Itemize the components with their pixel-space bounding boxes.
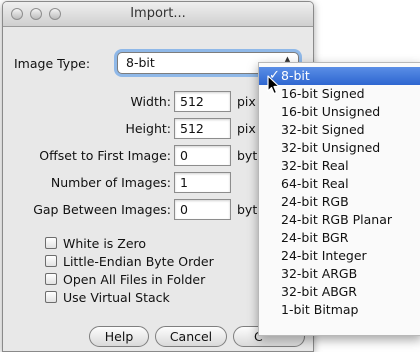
gap-field[interactable]: 0 — [174, 199, 231, 220]
menu-item-24-bit-integer[interactable]: 24-bit Integer — [259, 247, 420, 265]
menu-item-16-bit-signed[interactable]: 16-bit Signed — [259, 85, 420, 103]
gap-unit: byt — [237, 202, 258, 217]
height-label: Height: — [125, 121, 171, 136]
checkbox-label: Use Virtual Stack — [63, 290, 170, 305]
height-unit: pix — [237, 121, 256, 136]
cancel-button[interactable]: Cancel — [155, 326, 227, 347]
checkbox-icon — [45, 255, 57, 267]
width-field[interactable]: 512 — [174, 91, 231, 112]
mouse-pointer-icon — [267, 75, 280, 95]
image-type-menu: ✓ 8-bit 16-bit Signed 16-bit Unsigned 32-… — [258, 62, 420, 336]
checkbox-label: White is Zero — [63, 236, 147, 251]
image-type-label: Image Type: — [14, 56, 91, 71]
menu-item-8-bit[interactable]: ✓ 8-bit — [259, 67, 420, 85]
menu-item-64-bit-real[interactable]: 64-bit Real — [259, 175, 420, 193]
menu-item-32-bit-signed[interactable]: 32-bit Signed — [259, 121, 420, 139]
window-title: Import... — [130, 6, 186, 21]
menu-item-24-bit-bgr[interactable]: 24-bit BGR — [259, 229, 420, 247]
title-bar[interactable]: Import... — [3, 2, 313, 27]
help-button[interactable]: Help — [89, 326, 149, 347]
width-unit: pix — [237, 94, 256, 109]
checkbox-icon — [45, 273, 57, 285]
width-label: Width: — [130, 94, 171, 109]
checkbox-label: Open All Files in Folder — [63, 272, 206, 287]
menu-item-24-bit-rgb-planar[interactable]: 24-bit RGB Planar — [259, 211, 420, 229]
menu-item-32-bit-unsigned[interactable]: 32-bit Unsigned — [259, 139, 420, 157]
menu-item-32-bit-abgr[interactable]: 32-bit ABGR — [259, 283, 420, 301]
image-type-value: 8-bit — [126, 55, 155, 70]
offset-unit: byt — [237, 148, 258, 163]
menu-item-32-bit-argb[interactable]: 32-bit ARGB — [259, 265, 420, 283]
menu-item-1-bit-bitmap[interactable]: 1-bit Bitmap — [259, 301, 420, 319]
number-of-images-label: Number of Images: — [50, 175, 171, 190]
white-is-zero-checkbox[interactable]: White is Zero — [45, 236, 146, 251]
close-window-button[interactable] — [11, 8, 23, 20]
little-endian-checkbox[interactable]: Little-Endian Byte Order — [45, 254, 214, 269]
checkbox-icon — [45, 237, 57, 249]
checkbox-label: Little-Endian Byte Order — [63, 254, 214, 269]
menu-item-label: 8-bit — [281, 68, 310, 83]
zoom-window-button[interactable] — [49, 8, 61, 20]
use-virtual-stack-checkbox[interactable]: Use Virtual Stack — [45, 290, 170, 305]
open-all-files-checkbox[interactable]: Open All Files in Folder — [45, 272, 205, 287]
number-of-images-field[interactable]: 1 — [174, 172, 231, 193]
menu-item-32-bit-real[interactable]: 32-bit Real — [259, 157, 420, 175]
menu-item-16-bit-unsigned[interactable]: 16-bit Unsigned — [259, 103, 420, 121]
gap-label: Gap Between Images: — [33, 202, 171, 217]
height-field[interactable]: 512 — [174, 118, 231, 139]
menu-item-24-bit-rgb[interactable]: 24-bit RGB — [259, 193, 420, 211]
minimize-window-button[interactable] — [30, 8, 42, 20]
offset-label: Offset to First Image: — [39, 148, 171, 163]
offset-field[interactable]: 0 — [174, 145, 231, 166]
checkbox-icon — [45, 291, 57, 303]
